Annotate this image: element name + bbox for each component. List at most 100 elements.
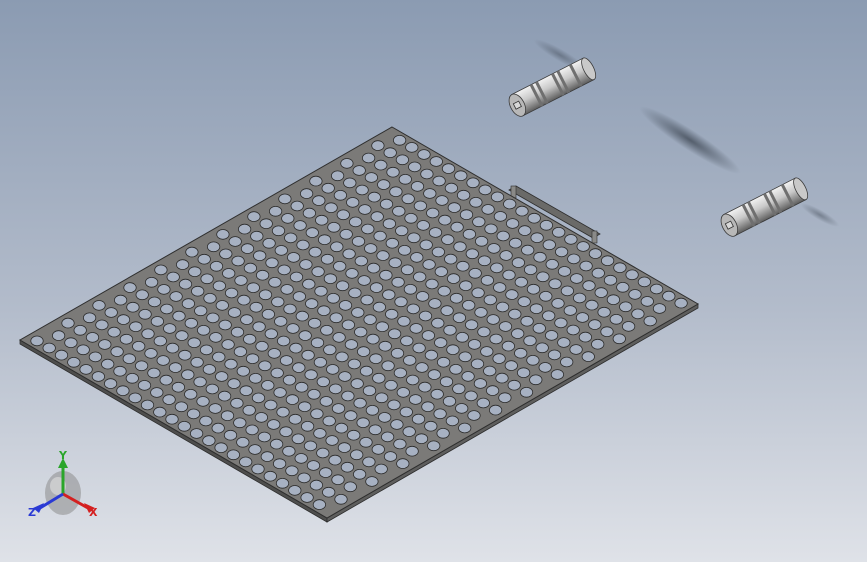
plate-hole xyxy=(135,289,149,301)
plate-hole xyxy=(452,312,466,324)
plate-hole xyxy=(502,269,516,281)
model-view[interactable]: Y X Z xyxy=(0,0,867,562)
plate-hole xyxy=(459,280,473,292)
plate-hole xyxy=(426,207,440,219)
plate-hole xyxy=(366,262,381,274)
plate-hole xyxy=(395,225,409,237)
plate-hole xyxy=(329,312,343,324)
plate-hole xyxy=(501,340,515,352)
plate-hole xyxy=(591,338,605,350)
plate-hole xyxy=(567,253,581,265)
plate-hole xyxy=(377,179,391,190)
plate-hole xyxy=(313,356,327,368)
plate-hole xyxy=(325,435,339,446)
plate-hole xyxy=(255,269,270,281)
plate-hole xyxy=(307,388,321,400)
plate-hole xyxy=(351,307,365,318)
plate-hole xyxy=(355,184,369,196)
plate-hole xyxy=(277,264,291,276)
pin-right[interactable] xyxy=(718,176,811,239)
plate-hole xyxy=(311,266,325,277)
plate-hole xyxy=(230,397,244,409)
plate-hole xyxy=(411,413,426,425)
plate-hole xyxy=(132,340,146,352)
plate-hole xyxy=(289,342,303,354)
plate-hole xyxy=(493,211,507,222)
plate-hole xyxy=(312,195,326,206)
pin-upper-right[interactable] xyxy=(506,56,599,119)
plate-hole xyxy=(619,301,633,313)
plate-hole xyxy=(652,303,667,314)
plate-hole xyxy=(300,492,314,503)
plate-hole xyxy=(344,339,358,350)
plate-hole xyxy=(150,316,164,327)
plate-hole xyxy=(594,287,608,298)
plate-hole xyxy=(110,346,124,357)
plate-hole xyxy=(286,323,300,334)
plate-hole xyxy=(362,385,377,397)
plate-hole xyxy=(245,424,259,436)
plate-hole xyxy=(485,385,500,396)
plate-hole xyxy=(360,294,374,306)
plate-hole xyxy=(267,419,281,430)
plate-hole xyxy=(516,367,531,379)
plate-hole xyxy=(538,362,552,373)
plate-hole xyxy=(379,198,394,210)
plate-hole xyxy=(384,379,398,391)
graphics-viewport[interactable]: Y X Z xyxy=(0,0,867,562)
plate-hole xyxy=(333,190,347,201)
plate-hole xyxy=(441,163,456,174)
plate-hole xyxy=(312,499,326,510)
plate-hole xyxy=(532,322,546,334)
plate-hole xyxy=(236,365,250,377)
plate-hole xyxy=(414,433,429,445)
perforated-plate[interactable] xyxy=(18,126,699,523)
plate-hole xyxy=(212,351,226,363)
plate-hole xyxy=(455,403,469,414)
plate-hole xyxy=(428,227,443,238)
plate-hole xyxy=(187,337,201,349)
plate-hole xyxy=(222,268,236,279)
axis-triad[interactable]: Y X Z xyxy=(28,449,98,519)
plate-hole xyxy=(322,415,336,427)
plate-hole xyxy=(408,394,423,405)
plate-hole xyxy=(79,364,93,375)
plate-hole xyxy=(576,241,590,252)
plate-hole xyxy=(387,328,402,340)
plate-hole xyxy=(455,331,469,343)
plate-hole xyxy=(480,275,494,286)
plate-hole xyxy=(612,333,626,345)
plate-hole xyxy=(249,301,263,313)
plate-hole xyxy=(316,376,330,388)
plate-hole xyxy=(385,308,399,320)
plate-hole xyxy=(248,444,262,455)
plate-hole xyxy=(268,276,282,288)
plate-hole xyxy=(462,299,476,311)
plate-hole xyxy=(176,259,190,270)
plate-hole xyxy=(253,250,267,262)
plate-hole xyxy=(382,289,396,301)
plate-hole xyxy=(116,385,130,397)
plate-hole xyxy=(456,260,470,272)
plate-hole xyxy=(378,412,392,423)
plate-hole xyxy=(147,367,161,379)
plate-hole xyxy=(508,237,523,249)
plate-hole xyxy=(288,485,302,496)
plate-hole xyxy=(374,463,388,475)
plate-hole xyxy=(216,229,230,240)
plate-hole xyxy=(334,422,349,434)
plate-hole xyxy=(447,202,461,213)
plate-hole xyxy=(446,344,460,356)
y-axis-label: Y xyxy=(58,449,68,462)
plate-hole xyxy=(563,305,577,316)
plate-hole xyxy=(427,440,441,452)
plate-hole xyxy=(313,428,327,439)
plate-hole xyxy=(397,315,411,327)
plate-hole xyxy=(347,358,361,370)
plate-hole xyxy=(466,177,480,189)
plate-hole xyxy=(375,321,389,333)
plate-hole xyxy=(274,316,288,327)
plate-hole xyxy=(199,415,213,427)
plate-hole xyxy=(499,250,513,261)
plate-hole xyxy=(416,220,430,231)
